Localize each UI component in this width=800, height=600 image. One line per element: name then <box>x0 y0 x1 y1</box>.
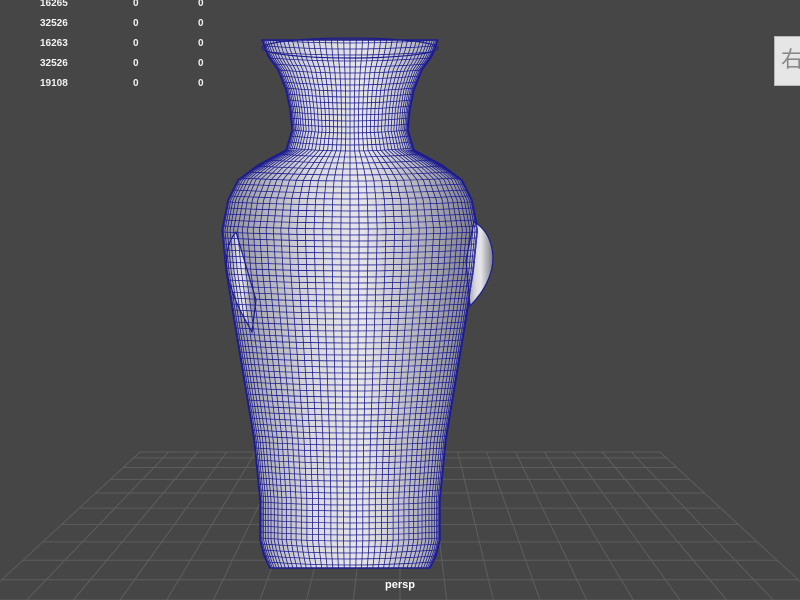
grid-line <box>0 451 141 583</box>
hud-row: 16263 0 0 <box>40 38 204 49</box>
wireframe-mesh <box>222 40 478 568</box>
grid-line <box>659 451 800 583</box>
camera-label: persp <box>385 579 415 591</box>
perspective-viewport[interactable]: 16265 0 0 32526 0 0 16263 0 0 32526 0 0 … <box>0 0 800 600</box>
hud-row: 32526 0 0 <box>40 18 204 29</box>
hud-row: 32526 0 0 <box>40 58 204 69</box>
hud-row: 19108 0 0 <box>40 78 204 89</box>
side-tab-label: 右 <box>781 48 800 73</box>
grid-line <box>630 451 774 600</box>
grid-line <box>457 451 494 600</box>
grid-line <box>26 451 170 600</box>
panel-tab-icon[interactable]: 右 <box>774 36 800 86</box>
poly-count-hud: 16265 0 0 32526 0 0 16263 0 0 32526 0 0 … <box>0 0 260 100</box>
grid-line <box>515 451 588 600</box>
hud-row: 16265 0 0 <box>40 0 204 9</box>
grid-line <box>486 451 541 600</box>
vase-mesh-icon[interactable] <box>221 37 494 571</box>
